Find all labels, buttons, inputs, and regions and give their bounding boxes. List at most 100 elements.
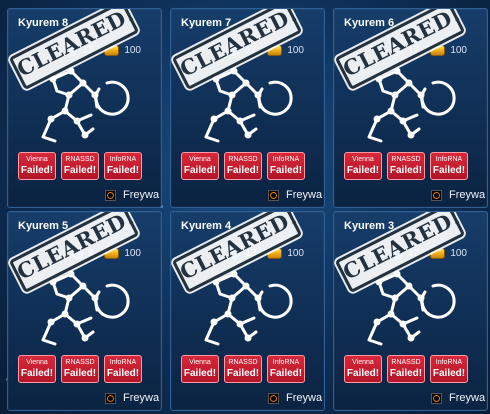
structure-node (224, 107, 232, 115)
structure-node (230, 270, 238, 278)
bot-name: Vienna (352, 359, 374, 366)
reward-amount: 100 (124, 248, 141, 259)
bot-name: RNASSD (391, 156, 421, 163)
bot-name: Vienna (26, 359, 48, 366)
designer[interactable]: Freywa (268, 392, 322, 404)
bot-status: Failed! (389, 165, 423, 176)
structure-loop (94, 283, 130, 319)
puzzle-card[interactable]: Kyurem 4 13 100 (170, 211, 325, 411)
structure-stem (63, 93, 93, 123)
bot-results: Vienna Failed! RNASSD Failed! InfoRNA Fa… (181, 152, 305, 180)
designer-name: Freywa (286, 392, 323, 404)
bot-name: RNASSD (228, 359, 258, 366)
puzzle-card[interactable]: Kyurem 3 12 100 (333, 211, 488, 411)
structure-stem (214, 69, 248, 97)
puzzle-card[interactable]: Kyurem 5 8 100 (7, 211, 162, 411)
puzzle-title: Kyurem 7 (181, 17, 232, 29)
structure-node (61, 310, 69, 318)
structure-node (244, 334, 252, 342)
structure-stem (214, 272, 248, 300)
structure-node (407, 334, 415, 342)
bot-status: Failed! (183, 165, 217, 176)
bot-name: RNASSD (65, 156, 95, 163)
puzzle-card[interactable]: Kyurem 8 17 100 (7, 8, 162, 208)
bot-status: Failed! (346, 165, 380, 176)
structure-node (65, 91, 73, 99)
structure-node (210, 115, 218, 123)
bot-status: Failed! (226, 368, 260, 379)
structure-node (91, 294, 99, 302)
bot-name: RNASSD (391, 359, 421, 366)
structure-stem (226, 296, 256, 326)
structure-stem (389, 296, 419, 326)
structure-node (393, 67, 401, 75)
structure-node (242, 282, 250, 290)
bot-result-inforna: InfoRNA Failed! (430, 152, 468, 180)
reward-amount: 100 (287, 248, 304, 259)
bot-name: RNASSD (228, 156, 258, 163)
structure-node (399, 320, 407, 328)
designer[interactable]: Freywa (268, 189, 322, 201)
structure-stem (63, 296, 93, 326)
structure-stem (377, 272, 411, 300)
designer-avatar-icon (268, 189, 279, 201)
puzzle-title: Kyurem 4 (181, 220, 232, 232)
structure-node (407, 131, 415, 139)
structure-node (417, 91, 425, 99)
designer[interactable]: Freywa (431, 189, 485, 201)
structure-stem (389, 93, 419, 123)
structure-node (81, 334, 89, 342)
bot-name: Vienna (189, 156, 211, 163)
bot-result-inforna: InfoRNA Failed! (104, 152, 142, 180)
designer-avatar-icon (105, 189, 116, 201)
bot-status: Failed! (63, 368, 97, 379)
bot-status: Failed! (20, 165, 54, 176)
structure-loop (257, 80, 293, 116)
structure-node (405, 79, 413, 87)
structure-node (242, 79, 250, 87)
designer[interactable]: Freywa (431, 392, 485, 404)
bot-results: Vienna Failed! RNASSD Failed! InfoRNA Fa… (344, 152, 468, 180)
structure-node (65, 294, 73, 302)
bot-result-inforna: InfoRNA Failed! (267, 355, 305, 383)
structure-stem (377, 69, 411, 97)
bot-name: InfoRNA (435, 359, 463, 366)
structure-node (228, 294, 236, 302)
puzzle-card[interactable]: Kyurem 6 17 100 (333, 8, 488, 208)
designer[interactable]: Freywa (105, 189, 159, 201)
structure-node (391, 294, 399, 302)
bot-status: Failed! (269, 165, 303, 176)
designer-name: Freywa (286, 189, 323, 201)
designer-avatar-icon (431, 189, 442, 201)
structure-node (224, 310, 232, 318)
bot-results: Vienna Failed! RNASSD Failed! InfoRNA Fa… (18, 355, 142, 383)
structure-node (47, 115, 55, 123)
structure-node (81, 131, 89, 139)
structure-stem (41, 109, 67, 143)
bot-result-rnassd: RNASSD Failed! (387, 355, 425, 383)
bot-status: Failed! (106, 165, 140, 176)
structure-loop (257, 283, 293, 319)
structure-node (91, 91, 99, 99)
structure-node (373, 318, 381, 326)
structure-stem (367, 312, 393, 346)
structure-node (210, 318, 218, 326)
puzzle-card[interactable]: Kyurem 7 17 100 (170, 8, 325, 208)
structure-node (387, 310, 395, 318)
designer-name: Freywa (449, 392, 486, 404)
structure-node (393, 270, 401, 278)
structure-node (47, 318, 55, 326)
bot-status: Failed! (432, 165, 466, 176)
structure-node (230, 67, 238, 75)
reward-amount: 100 (450, 248, 467, 259)
bot-result-vienna: Vienna Failed! (18, 152, 56, 180)
structure-stem (41, 312, 67, 346)
bot-result-inforna: InfoRNA Failed! (267, 152, 305, 180)
bot-status: Failed! (432, 368, 466, 379)
structure-node (244, 131, 252, 139)
designer-name: Freywa (123, 392, 160, 404)
structure-node (61, 107, 69, 115)
designer[interactable]: Freywa (105, 392, 159, 404)
bot-name: InfoRNA (272, 156, 300, 163)
bot-result-rnassd: RNASSD Failed! (224, 152, 262, 180)
